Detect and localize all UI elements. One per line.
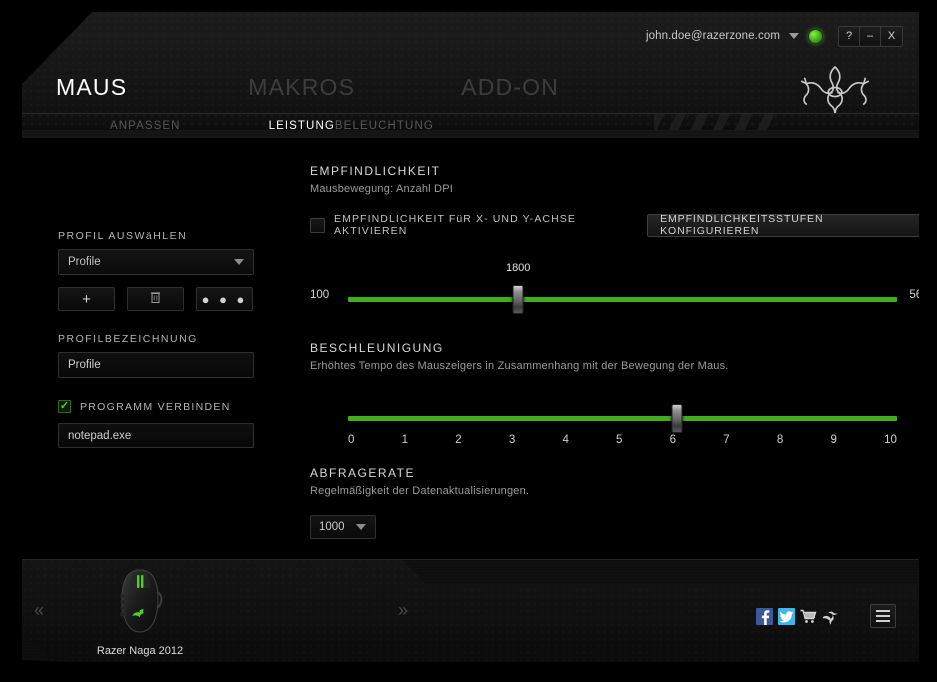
next-device-button[interactable]: » [398, 600, 408, 621]
dpi-slider-value: 1800 [505, 262, 531, 274]
chevron-down-icon [234, 259, 244, 265]
delete-profile-button[interactable] [127, 287, 184, 311]
ellipsis-icon: ● ● ● [201, 291, 248, 307]
account-email: john.doe@razerzone.com [645, 30, 780, 42]
dpi-slider-max: 5600 [909, 289, 935, 301]
body-panel: PROFIL AUSWäHLEN Profile + ● ● ● PROFILB… [22, 138, 919, 560]
more-options-button[interactable]: ● ● ● [196, 287, 253, 311]
dpi-slider[interactable]: 100 5600 1800 [310, 262, 935, 319]
acceleration-tick: 10 [884, 434, 897, 446]
acceleration-tick: 1 [401, 434, 409, 446]
footer: « » Razer Naga 2012 [22, 560, 919, 662]
acceleration-title: BESCHLEUNIGUNG [310, 341, 444, 355]
configure-sensitivity-stages-button[interactable]: EMPFINDLICHKEITSSTUFEN KONFIGURIEREN [647, 213, 919, 237]
polling-title: ABFRAGERATE [310, 466, 415, 480]
device-name: Razer Naga 2012 [96, 645, 184, 657]
dpi-slider-min: 100 [310, 289, 330, 301]
profile-select[interactable]: Profile [58, 249, 254, 275]
acceleration-tick: 8 [776, 434, 784, 446]
facebook-icon[interactable] [756, 608, 773, 625]
polling-rate-value: 1000 [319, 521, 345, 533]
razer-synapse-app: john.doe@razerzone.com ? – X MAUS MAKROS… [0, 0, 937, 682]
twitter-icon[interactable] [778, 608, 795, 625]
add-profile-button[interactable]: + [58, 287, 115, 311]
polling-subtitle: Regelmäßigkeit der Datenaktualisierungen… [310, 485, 530, 497]
acceleration-tick: 2 [455, 434, 462, 446]
social-links [756, 608, 839, 625]
xy-sensitivity-checkbox[interactable] [310, 217, 325, 233]
razer-icon[interactable] [822, 608, 839, 625]
main-window: john.doe@razerzone.com ? – X MAUS MAKROS… [22, 12, 919, 662]
acceleration-subtitle: Erhöhtes Tempo des Mauszeigers in Zusamm… [310, 360, 729, 372]
close-button[interactable]: X [881, 26, 902, 46]
sensitivity-title: EMPFINDLICHKEIT [310, 164, 441, 178]
profile-name-label: PROFILBEZEICHNUNG [58, 333, 198, 345]
profile-select-label: PROFIL AUSWäHLEN [58, 230, 188, 242]
xy-sensitivity-label: EMPFINDLICHKEIT FüR X- UND Y-ACHSE AKTIV… [334, 213, 576, 237]
sub-tabs: ANPASSEN LEISTUNG BELEUCHTUNG [22, 113, 919, 131]
subnav-decoration [654, 114, 774, 130]
acceleration-slider[interactable]: 0 1 2 3 4 5 6 7 8 9 10 [310, 394, 919, 446]
acceleration-tick: 6 [669, 434, 677, 446]
acceleration-slider-track[interactable] [348, 416, 897, 421]
link-program-checkbox[interactable]: ✓ [58, 400, 71, 413]
cart-icon[interactable] [800, 608, 817, 625]
burger-line [876, 615, 890, 617]
minimize-button[interactable]: – [860, 26, 881, 46]
chevron-down-icon[interactable] [789, 33, 799, 39]
help-button[interactable]: ? [839, 26, 860, 46]
acceleration-tick: 4 [562, 434, 569, 446]
program-path-input[interactable]: notepad.exe [58, 423, 254, 448]
acceleration-tick: 5 [616, 434, 623, 446]
sensitivity-options-row: EMPFINDLICHKEIT FüR X- UND Y-ACHSE AKTIV… [310, 213, 919, 237]
acceleration-tick: 0 [348, 434, 355, 446]
acceleration-tick: 9 [830, 434, 837, 446]
subtab-anpassen[interactable]: ANPASSEN [110, 120, 181, 131]
profile-action-buttons: + ● ● ● [58, 287, 258, 311]
mouse-image [113, 569, 167, 640]
chevron-down-icon [356, 524, 366, 530]
check-icon: ✓ [59, 400, 70, 412]
main-tabs: MAUS MAKROS ADD-ON [56, 74, 597, 101]
dpi-slider-handle[interactable] [512, 285, 524, 314]
sensitivity-subtitle: Mausbewegung: Anzahl DPI [310, 183, 453, 195]
plus-icon: + [82, 290, 91, 308]
tab-maus[interactable]: MAUS [56, 74, 165, 101]
tab-makros[interactable]: MAKROS [165, 74, 393, 101]
burger-line [876, 610, 890, 612]
window-controls: ? – X [838, 25, 903, 47]
acceleration-section: BESCHLEUNIGUNG Erhöhtes Tempo des Mausze… [310, 341, 919, 446]
subtab-leistung[interactable]: LEISTUNG [269, 120, 335, 131]
device-item[interactable]: Razer Naga 2012 [80, 568, 200, 657]
burger-line [876, 620, 890, 622]
online-status-dot[interactable] [808, 28, 823, 44]
dpi-slider-track[interactable] [348, 297, 897, 302]
link-program-label: PROGRAMM VERBINDEN [80, 400, 231, 413]
trash-icon [151, 290, 160, 308]
hamburger-menu-icon[interactable] [870, 604, 896, 628]
acceleration-tick: 7 [723, 434, 730, 446]
acceleration-slider-handle[interactable] [671, 404, 683, 433]
account-bar: john.doe@razerzone.com ? – X [645, 25, 903, 47]
profile-select-value: Profile [68, 256, 101, 268]
prev-device-button[interactable]: « [34, 600, 44, 621]
polling-rate-select[interactable]: 1000 [310, 515, 376, 539]
header: john.doe@razerzone.com ? – X MAUS MAKROS… [22, 12, 919, 130]
profile-name-input[interactable]: Profile [58, 352, 254, 378]
acceleration-tick-labels: 0 1 2 3 4 5 6 7 8 9 10 [348, 434, 897, 446]
performance-settings: EMPFINDLICHKEIT Mausbewegung: Anzahl DPI… [310, 164, 935, 539]
tab-add-on[interactable]: ADD-ON [393, 74, 597, 101]
link-program-row: ✓ PROGRAMM VERBINDEN [58, 400, 258, 413]
profile-sidebar: PROFIL AUSWäHLEN Profile + ● ● ● PROFILB… [58, 230, 258, 448]
subtab-beleuchtung[interactable]: BELEUCHTUNG [335, 120, 434, 131]
sensitivity-section: EMPFINDLICHKEIT Mausbewegung: Anzahl DPI… [310, 164, 935, 319]
polling-section: ABFRAGERATE Regelmäßigkeit der Datenaktu… [310, 466, 919, 539]
acceleration-tick: 3 [508, 434, 516, 446]
